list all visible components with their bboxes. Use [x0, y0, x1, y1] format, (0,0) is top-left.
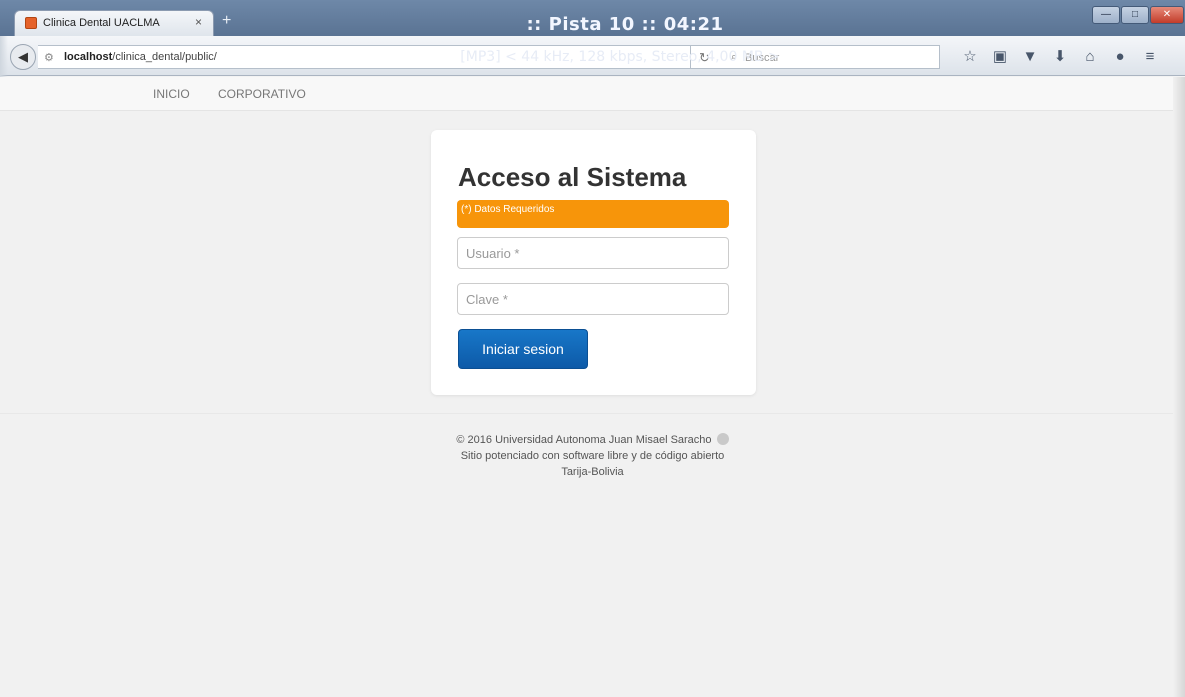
required-fields-text: (*) Datos Requeridos — [461, 204, 555, 215]
maximize-button[interactable]: □ — [1121, 6, 1149, 24]
media-overlay-title: :: Pista 10 :: 04:21 — [526, 14, 724, 35]
window-titlebar: Clinica Dental UACLMA × + :: Pista 10 ::… — [0, 0, 1185, 36]
media-overlay-info: [MP3] < 44 kHz, 128 kbps, Stereo, 4,00 M… — [460, 49, 780, 65]
footer: © 2016 Universidad Autonoma Juan Misael … — [0, 432, 1185, 480]
footer-line-2: Sitio potenciado con software libre y de… — [460, 450, 725, 462]
footer-line-1: © 2016 Universidad Autonoma Juan Misael … — [456, 434, 712, 446]
username-field[interactable] — [457, 237, 729, 269]
minimize-button[interactable]: — — [1092, 6, 1120, 24]
divider — [0, 413, 1185, 414]
login-panel: Acceso al Sistema (*) Datos Requeridos I… — [431, 130, 756, 395]
site-navbar: INICIO CORPORATIVO — [0, 77, 1185, 111]
close-window-button[interactable]: ✕ — [1150, 6, 1184, 24]
nav-link-corporativo[interactable]: CORPORATIVO — [218, 87, 306, 101]
required-fields-alert: (*) Datos Requeridos — [457, 200, 729, 228]
page-content: INICIO CORPORATIVO Acceso al Sistema (*)… — [0, 77, 1185, 697]
login-button[interactable]: Iniciar sesion — [458, 329, 588, 369]
footer-line-3: Tarija-Bolivia — [561, 466, 624, 478]
password-field[interactable] — [457, 283, 729, 315]
footer-copyright: © 2016 Universidad Autonoma Juan Misael … — [0, 432, 1185, 448]
nav-link-inicio[interactable]: INICIO — [153, 87, 190, 101]
login-title: Acceso al Sistema — [458, 162, 687, 192]
window-controls: — □ ✕ — [1092, 6, 1185, 24]
window-right-edge — [1173, 77, 1185, 697]
info-icon — [716, 433, 729, 445]
browser-navbar: ◀ ⚙ localhost/clinica_dental/public/ ↻ ⌕… — [0, 36, 1185, 76]
